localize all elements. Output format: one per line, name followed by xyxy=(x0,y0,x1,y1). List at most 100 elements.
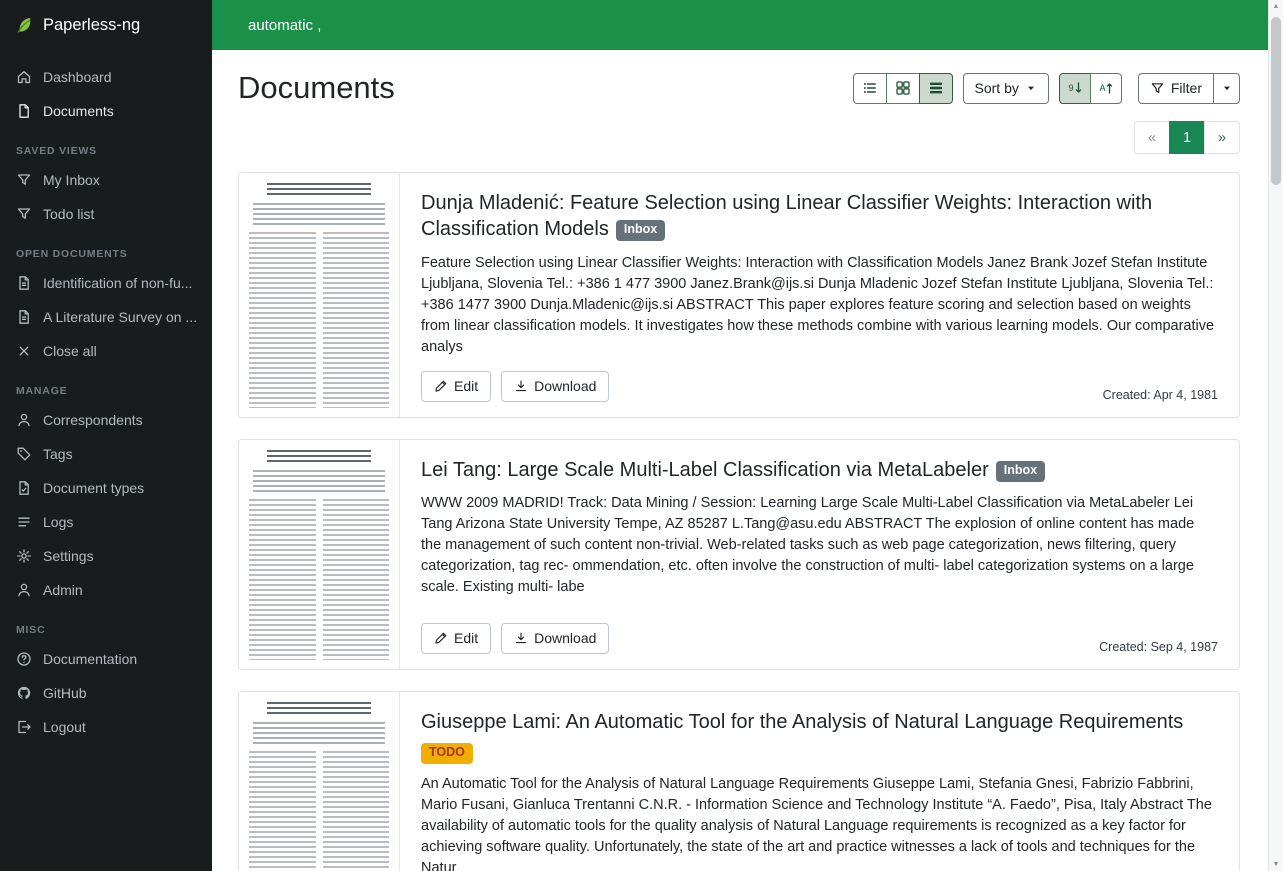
file-text-icon xyxy=(16,309,32,325)
list-icon xyxy=(16,514,32,530)
document-card-body: Dunja Mladenić: Feature Selection using … xyxy=(400,173,1239,417)
page-header: Documents Sort by xyxy=(238,70,1240,106)
question-icon xyxy=(16,651,32,667)
sidebar-item-logout[interactable]: Logout xyxy=(0,710,212,744)
toolbar: Sort by 9 A Filter xyxy=(853,73,1240,104)
document-card-body: Lei Tang: Large Scale Multi-Label Classi… xyxy=(400,440,1239,669)
thumbnail-page xyxy=(249,182,389,408)
document-title: Lei Tang: Large Scale Multi-Label Classi… xyxy=(421,457,1218,483)
document-actions: Edit Download xyxy=(421,623,609,654)
search-input[interactable] xyxy=(246,16,1243,35)
sidebar-item-open-document-1[interactable]: Identification of non-fu... xyxy=(0,266,212,300)
sidebar-item-label: Logs xyxy=(43,514,73,530)
pagination: « 1 » xyxy=(1134,121,1240,154)
sort-alpha-icon: A xyxy=(1098,80,1114,96)
scrollbar-thumb[interactable] xyxy=(1271,17,1281,185)
page-title: Documents xyxy=(238,70,395,106)
sidebar-item-document-types[interactable]: Document types xyxy=(0,471,212,505)
filter-button[interactable]: Filter xyxy=(1138,73,1214,104)
sidebar-section-title-manage: MANAGE xyxy=(0,368,212,403)
sort-direction-group: 9 A xyxy=(1059,73,1122,104)
sidebar-item-admin[interactable]: Admin xyxy=(0,573,212,607)
document-title-link[interactable]: Lei Tang: Large Scale Multi-Label Classi… xyxy=(421,459,989,481)
sidebar-item-correspondents[interactable]: Correspondents xyxy=(0,403,212,437)
document-title: Giuseppe Lami: An Automatic Tool for the… xyxy=(421,709,1218,735)
funnel-icon xyxy=(1150,81,1165,96)
caret-down-icon xyxy=(1221,82,1233,94)
download-button[interactable]: Download xyxy=(501,371,609,402)
sort-by-label: Sort by xyxy=(975,80,1019,96)
sort-by-button[interactable]: Sort by xyxy=(963,73,1049,104)
view-toggle-grid-button[interactable] xyxy=(886,73,920,104)
document-thumbnail[interactable] xyxy=(239,692,400,871)
sort-direction-desc-button[interactable]: 9 xyxy=(1059,73,1091,104)
download-button[interactable]: Download xyxy=(501,623,609,654)
pagination-page-1[interactable]: 1 xyxy=(1169,121,1205,154)
thumbnail-title-lines xyxy=(267,183,371,196)
funnel-icon xyxy=(16,206,32,222)
document-title-link[interactable]: Dunja Mladenić: Feature Selection using … xyxy=(421,192,1152,240)
file-text-icon xyxy=(16,275,32,291)
sidebar-item-todo-list[interactable]: Todo list xyxy=(0,197,212,231)
filter-dropdown-button[interactable] xyxy=(1213,73,1240,104)
scrollbar[interactable]: ▲ ▼ xyxy=(1268,0,1283,871)
person-icon xyxy=(16,412,32,428)
svg-text:A: A xyxy=(1099,83,1105,93)
document-list: Dunja Mladenić: Feature Selection using … xyxy=(238,172,1240,871)
pagination-next[interactable]: » xyxy=(1204,121,1240,154)
document-thumbnail[interactable] xyxy=(239,440,400,669)
sidebar-item-open-document-2[interactable]: A Literature Survey on ... xyxy=(0,300,212,334)
sidebar-item-tags[interactable]: Tags xyxy=(0,437,212,471)
gear-icon xyxy=(16,548,32,564)
document-card: Dunja Mladenić: Feature Selection using … xyxy=(238,172,1240,418)
tag-badge-inbox[interactable]: Inbox xyxy=(616,220,665,241)
pagination-prev[interactable]: « xyxy=(1134,121,1170,154)
document-actions: Edit Download xyxy=(421,371,609,402)
thumbnail-columns xyxy=(249,751,389,871)
sidebar-item-github[interactable]: GitHub xyxy=(0,676,212,710)
sidebar-item-my-inbox[interactable]: My Inbox xyxy=(0,163,212,197)
sidebar-section-title-misc: MISC xyxy=(0,607,212,642)
main-column: Documents Sort by xyxy=(212,0,1283,871)
sidebar-item-label: Admin xyxy=(43,582,83,598)
brand[interactable]: Paperless-ng xyxy=(0,0,212,50)
grid-view-icon xyxy=(895,80,911,96)
tag-icon xyxy=(16,446,32,462)
sort-direction-asc-button[interactable]: A xyxy=(1090,73,1122,104)
house-icon xyxy=(16,69,32,85)
sidebar-item-label: Correspondents xyxy=(43,412,143,428)
document-thumbnail[interactable] xyxy=(239,173,400,417)
edit-button[interactable]: Edit xyxy=(421,623,491,654)
sidebar-section-title-open-documents: OPEN DOCUMENTS xyxy=(0,231,212,266)
sidebar-item-label: Todo list xyxy=(43,206,94,222)
sidebar-item-close-all[interactable]: Close all xyxy=(0,334,212,368)
logout-icon xyxy=(16,719,32,735)
sidebar-item-label: Dashboard xyxy=(43,69,112,85)
created-date: Created: Sep 4, 1987 xyxy=(1099,640,1218,654)
download-icon xyxy=(514,379,528,393)
sidebar-item-label: A Literature Survey on ... xyxy=(43,309,197,325)
scroll-down-arrow[interactable]: ▼ xyxy=(1273,861,1280,868)
document-title-link[interactable]: Giuseppe Lami: An Automatic Tool for the… xyxy=(421,711,1183,733)
tag-badge-inbox[interactable]: Inbox xyxy=(996,461,1045,482)
sidebar: Paperless-ng Dashboard Documents SAVED V… xyxy=(0,0,212,871)
pencil-icon xyxy=(434,631,448,645)
details-view-icon xyxy=(928,80,944,96)
sidebar-item-documentation[interactable]: Documentation xyxy=(0,642,212,676)
sidebar-item-logs[interactable]: Logs xyxy=(0,505,212,539)
tag-badge-todo[interactable]: TODO xyxy=(421,743,473,764)
scroll-up-arrow[interactable]: ▲ xyxy=(1273,3,1280,10)
document-description: Feature Selection using Linear Classifie… xyxy=(421,253,1218,358)
svg-text:9: 9 xyxy=(1068,83,1073,93)
sidebar-item-settings[interactable]: Settings xyxy=(0,539,212,573)
sidebar-item-dashboard[interactable]: Dashboard xyxy=(0,60,212,94)
edit-button[interactable]: Edit xyxy=(421,371,491,402)
sidebar-item-label: Documentation xyxy=(43,651,137,667)
view-toggle-details-button[interactable] xyxy=(919,73,953,104)
sidebar-item-documents[interactable]: Documents xyxy=(0,94,212,128)
thumbnail-title-lines xyxy=(267,450,371,463)
view-toggle-list-button[interactable] xyxy=(853,73,887,104)
search-bar xyxy=(212,0,1283,50)
download-icon xyxy=(514,631,528,645)
sort-numeric-icon: 9 xyxy=(1067,80,1083,96)
